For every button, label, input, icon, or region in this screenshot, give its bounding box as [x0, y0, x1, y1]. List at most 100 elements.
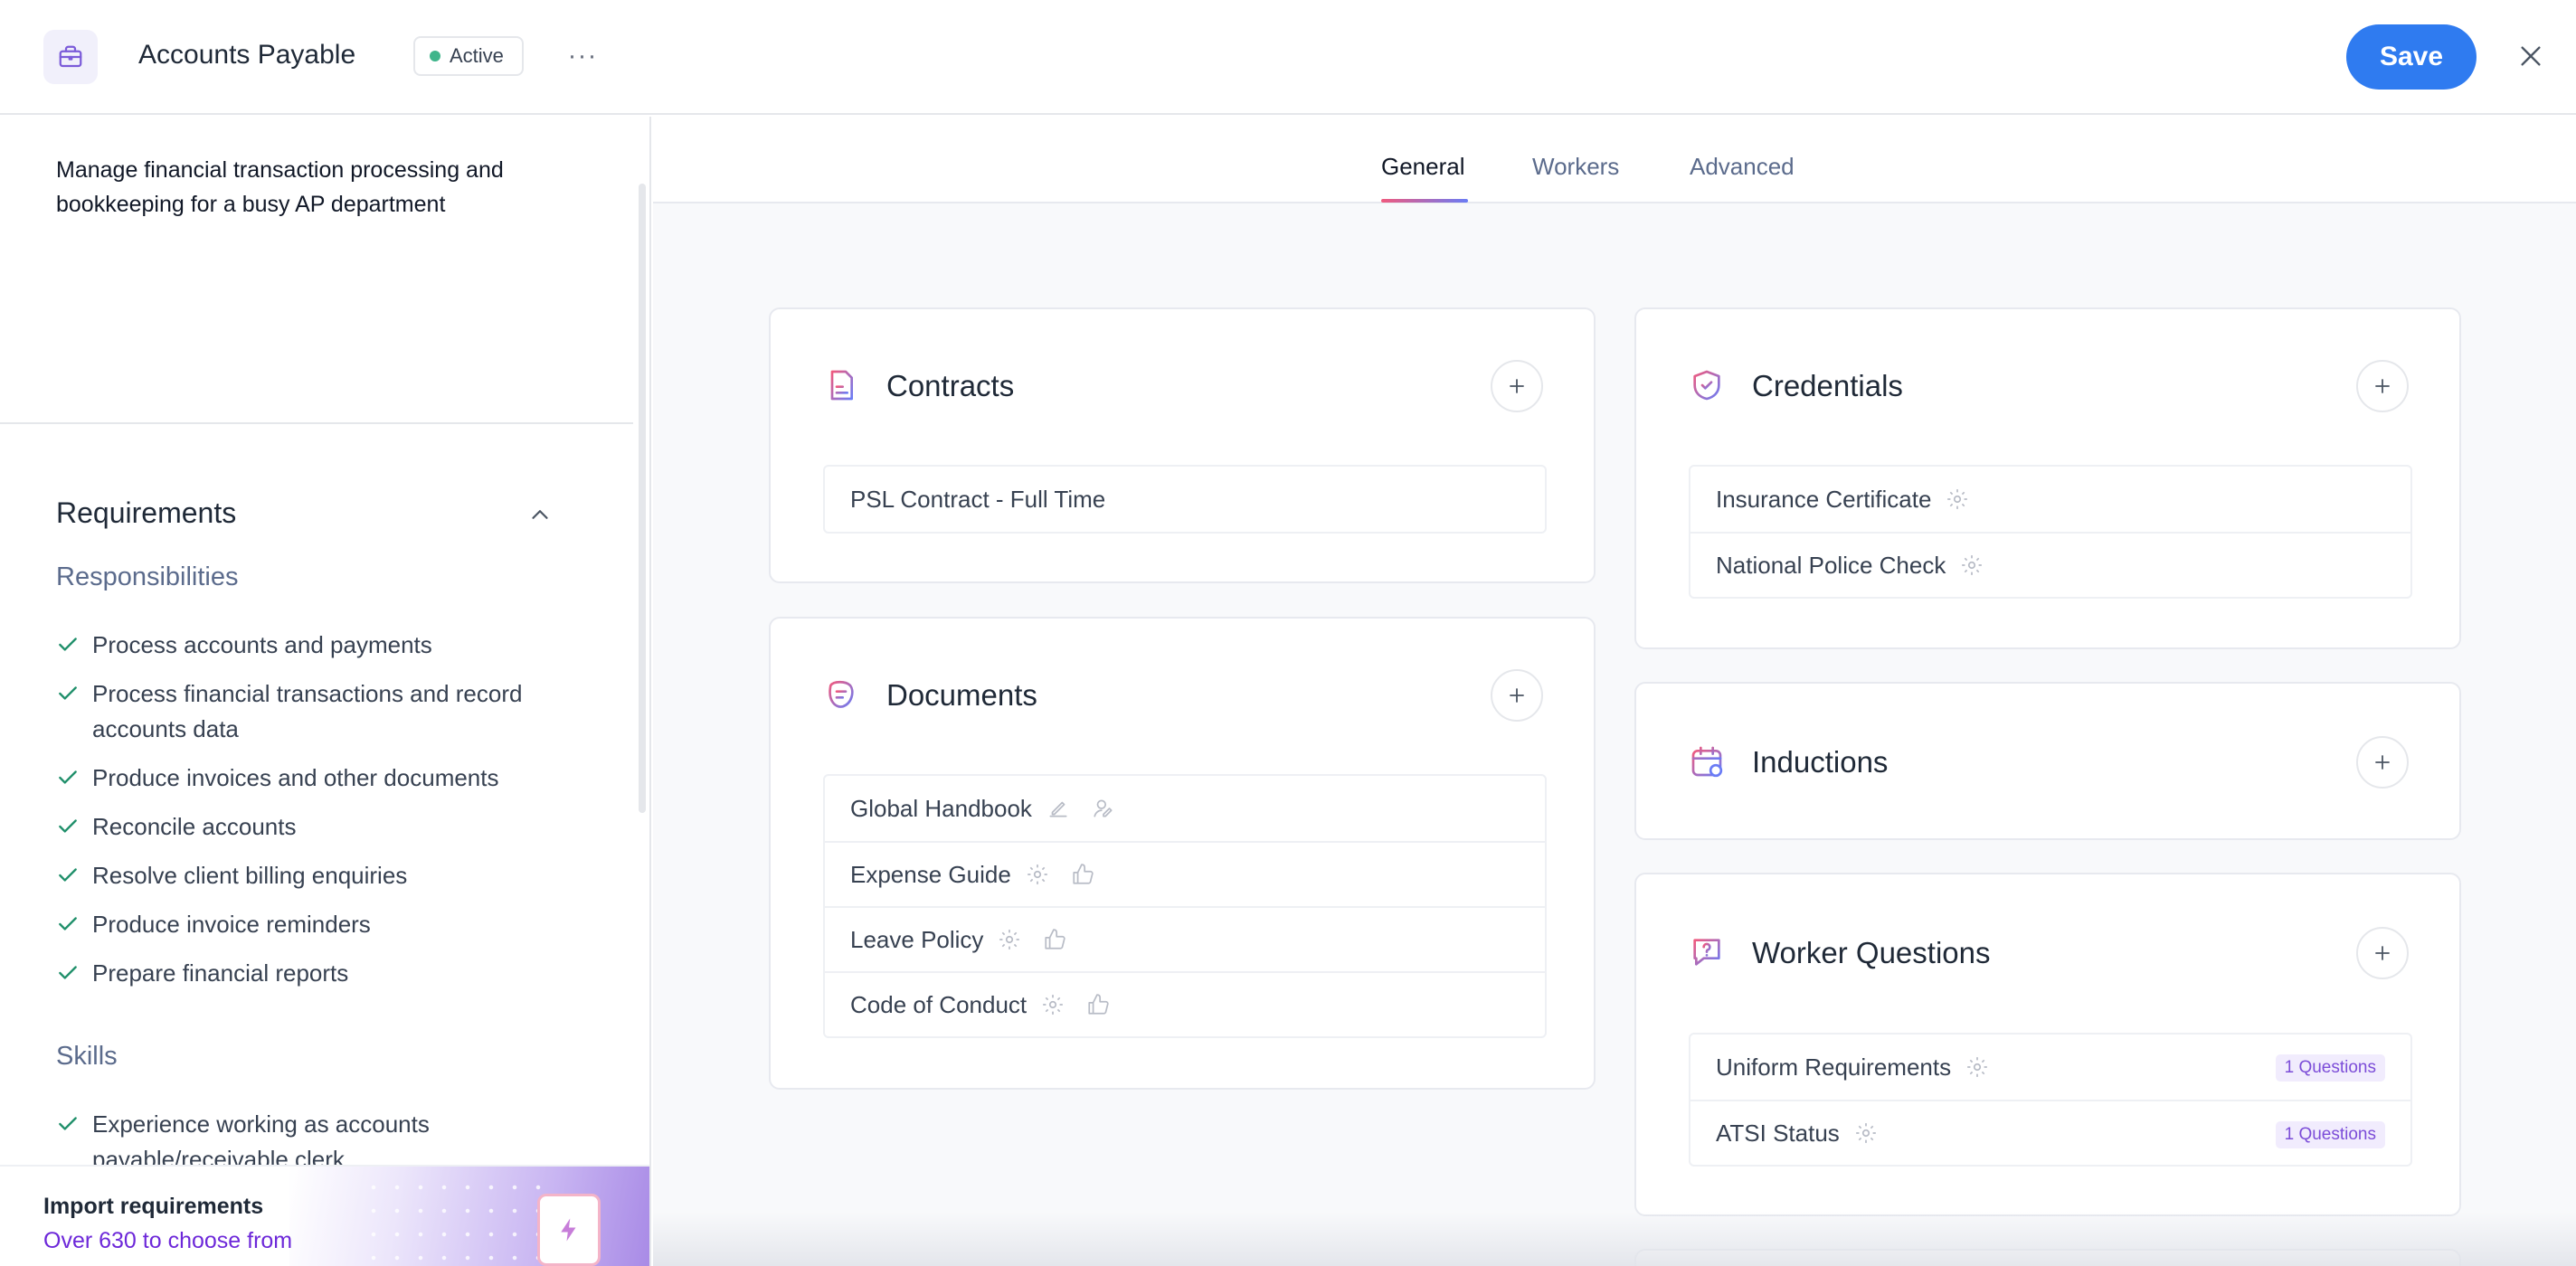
responsibilities-list: Process accounts and payments Process fi… [56, 628, 599, 991]
thumbs-up-icon[interactable] [1071, 863, 1094, 886]
list-item[interactable]: Insurance Certificate [1690, 467, 2410, 532]
settings-icon[interactable] [1041, 993, 1065, 1016]
question-name: ATSI Status [1716, 1119, 1840, 1147]
documents-icon [829, 680, 854, 708]
add-question-button[interactable] [2356, 927, 2409, 979]
plus-icon [2375, 379, 2390, 393]
page-title: Accounts Payable [138, 40, 356, 70]
list-item[interactable]: Expense Guide [825, 841, 1545, 906]
settings-icon[interactable] [1960, 553, 1984, 577]
inductions-title: Inductions [1752, 745, 1889, 779]
credentials-title: Credentials [1752, 369, 1903, 402]
list-item[interactable]: ATSI Status 1 Questions [1690, 1100, 2410, 1165]
list-item: Process financial transactions and recor… [56, 676, 599, 747]
status-badge[interactable]: Active [413, 36, 524, 76]
credentials-card: Credentials Insurance Certificate Nation… [1634, 307, 2461, 649]
document-name: Leave Policy [850, 925, 984, 953]
close-icon[interactable] [2514, 40, 2547, 72]
documents-card: Documents Global Handbook Expense Guide … [769, 617, 1596, 1090]
thumbs-up-icon[interactable] [1043, 928, 1066, 951]
responsibility-text: Produce invoices and other documents [92, 764, 499, 791]
save-button[interactable]: Save [2346, 24, 2477, 90]
check-icon [59, 638, 77, 651]
sidebar-scrollbar[interactable] [639, 184, 646, 813]
inductions-card: Inductions [1634, 682, 2461, 840]
main-content: General Workers Advanced Contracts PSL C… [653, 117, 2576, 1266]
worker-questions-list: Uniform Requirements 1 Questions ATSI St… [1689, 1033, 2412, 1167]
document-name: Expense Guide [850, 860, 1011, 888]
tab-advanced[interactable]: Advanced [1690, 153, 1795, 181]
import-title: Import requirements [43, 1194, 264, 1219]
skills-heading: Skills [56, 1042, 118, 1071]
worker-questions-card: Worker Questions Uniform Requirements 1 … [1634, 873, 2461, 1216]
contracts-list: PSL Contract - Full Time [823, 465, 1547, 534]
header: Accounts Payable Active ··· Save [0, 0, 2576, 115]
lightning-icon [537, 1194, 601, 1266]
more-icon[interactable]: ··· [566, 40, 599, 72]
responsibility-text: Reconcile accounts [92, 813, 297, 840]
plus-icon [2375, 946, 2390, 960]
contract-name: PSL Contract - Full Time [850, 485, 1106, 513]
settings-icon[interactable] [1026, 863, 1049, 886]
add-induction-button[interactable] [2356, 736, 2409, 789]
list-item[interactable]: Global Handbook [825, 776, 1545, 841]
check-icon [59, 686, 77, 700]
plus-icon [1510, 379, 1524, 393]
role-description[interactable]: Manage financial transaction processing … [56, 153, 590, 222]
list-item: Produce invoice reminders [56, 907, 599, 942]
question-icon [1693, 939, 1720, 966]
status-label: Active [450, 44, 504, 67]
check-icon [59, 819, 77, 833]
document-name: Global Handbook [850, 794, 1032, 822]
import-subtitle[interactable]: Over 630 to choose from [43, 1228, 292, 1254]
pencil-icon[interactable] [1046, 797, 1070, 820]
tab-workers[interactable]: Workers [1532, 153, 1619, 181]
briefcase-icon [43, 30, 98, 84]
thumbs-up-icon[interactable] [1086, 993, 1110, 1016]
responsibility-text: Process financial transactions and recor… [92, 680, 523, 742]
list-item[interactable]: Uniform Requirements 1 Questions [1690, 1035, 2410, 1100]
settings-icon[interactable] [998, 928, 1021, 951]
documents-title: Documents [886, 678, 1037, 712]
responsibility-text: Prepare financial reports [92, 959, 349, 987]
settings-icon[interactable] [1946, 487, 1969, 511]
check-icon [59, 1117, 77, 1130]
documents-list: Global Handbook Expense Guide Leave Poli… [823, 774, 1547, 1038]
tab-general[interactable]: General [1381, 153, 1465, 181]
settings-icon[interactable] [1854, 1121, 1878, 1145]
status-dot [430, 51, 440, 61]
list-item: Reconcile accounts [56, 809, 599, 845]
responsibility-text: Process accounts and payments [92, 631, 432, 658]
check-icon [59, 770, 77, 784]
add-document-button[interactable] [1491, 669, 1543, 722]
responsibility-text: Produce invoice reminders [92, 911, 371, 938]
list-item: Prepare financial reports [56, 956, 599, 991]
calendar-icon [1691, 746, 1723, 778]
sidebar: Manage financial transaction processing … [0, 117, 651, 1266]
contracts-title: Contracts [886, 369, 1015, 402]
responsibility-text: Resolve client billing enquiries [92, 862, 408, 889]
divider [0, 422, 633, 424]
user-sign-icon[interactable] [1092, 797, 1115, 820]
chevron-up-icon[interactable] [526, 501, 554, 528]
list-item[interactable]: PSL Contract - Full Time [825, 467, 1545, 532]
add-contract-button[interactable] [1491, 360, 1543, 412]
list-item[interactable]: Leave Policy [825, 906, 1545, 971]
import-requirements-banner[interactable]: Import requirements Over 630 to choose f… [0, 1165, 649, 1266]
question-name: Uniform Requirements [1716, 1053, 1952, 1081]
check-icon [59, 966, 77, 979]
check-icon [59, 868, 77, 882]
worker-questions-title: Worker Questions [1752, 936, 1991, 969]
settings-icon[interactable] [1965, 1055, 1989, 1079]
requirements-title: Requirements [56, 496, 237, 529]
add-credential-button[interactable] [2356, 360, 2409, 412]
active-tab-indicator [1381, 199, 1468, 203]
list-item: Resolve client billing enquiries [56, 858, 599, 893]
plus-icon [2375, 755, 2390, 770]
tabs-bar: General Workers Advanced [653, 117, 2576, 203]
credential-name: Insurance Certificate [1716, 485, 1932, 513]
plus-icon [1510, 688, 1524, 703]
skill-text: Experience working as accounts payable/r… [92, 1110, 430, 1173]
list-item[interactable]: National Police Check [1690, 532, 2410, 597]
list-item[interactable]: Code of Conduct [825, 971, 1545, 1036]
